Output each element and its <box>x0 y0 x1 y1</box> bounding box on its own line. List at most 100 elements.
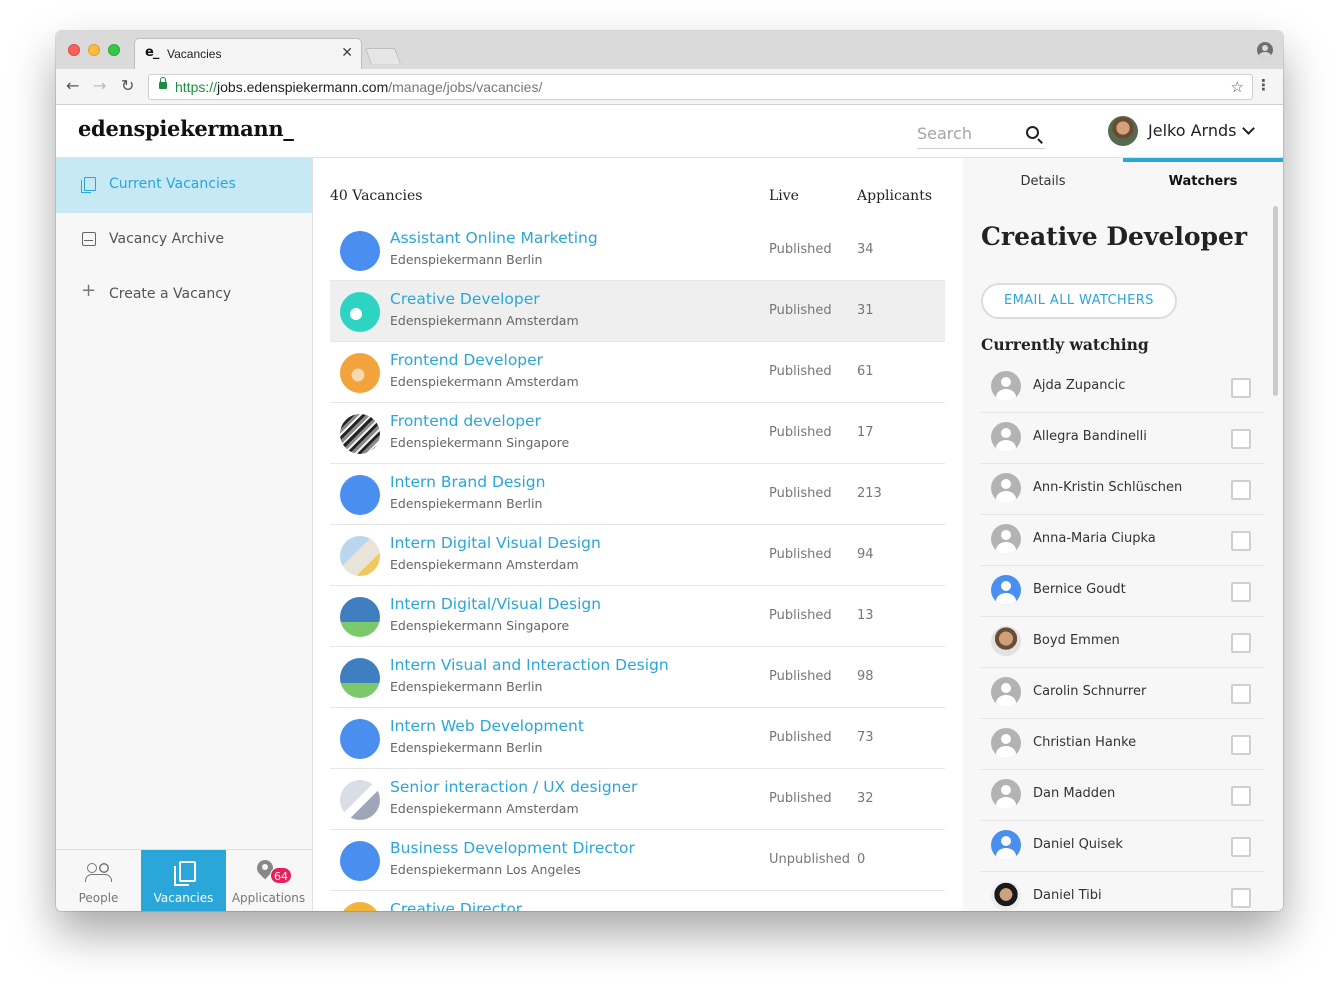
vacancy-title[interactable]: Senior interaction / UX designer <box>390 778 637 796</box>
vacancy-status: Published <box>769 364 832 379</box>
vacancy-title[interactable]: Intern Digital/Visual Design <box>390 595 601 613</box>
new-tab-button[interactable] <box>365 48 401 64</box>
user-name: Jelko Arnds <box>1148 121 1237 140</box>
vacancy-title[interactable]: Creative Director <box>390 900 522 911</box>
watcher-checkbox[interactable] <box>1231 633 1251 653</box>
column-header-live[interactable]: Live <box>769 188 799 204</box>
nav-vacancies[interactable]: Vacancies <box>141 850 226 911</box>
applicant-count: 61 <box>857 364 874 379</box>
watcher-checkbox[interactable] <box>1231 888 1251 908</box>
vacancy-status: Published <box>769 608 832 623</box>
column-header-applicants[interactable]: Applicants <box>857 188 932 204</box>
vacancy-title[interactable]: Intern Visual and Interaction Design <box>390 656 669 674</box>
reload-icon[interactable]: ↻ <box>121 76 134 95</box>
nav-people[interactable]: People <box>56 850 141 911</box>
applications-count-badge: 64 <box>270 867 292 884</box>
vacancy-office: Edenspiekermann Berlin <box>390 496 543 511</box>
vacancy-thumbnail <box>340 536 380 576</box>
vacancy-title[interactable]: Frontend developer <box>390 412 541 430</box>
watcher-name: Anna-Maria Ciupka <box>1033 531 1156 546</box>
vacancy-row[interactable]: Intern Digital/Visual Design Edenspieker… <box>330 586 945 647</box>
email-all-watchers-button[interactable]: EMAIL ALL WATCHERS <box>981 283 1177 319</box>
vacancy-title[interactable]: Frontend Developer <box>390 351 543 369</box>
tab-details[interactable]: Details <box>963 158 1123 190</box>
forward-arrow-icon[interactable]: → <box>93 76 106 95</box>
logo[interactable]: edenspiekermann_ <box>78 116 294 141</box>
watcher-checkbox[interactable] <box>1231 531 1251 551</box>
vacancy-row[interactable]: Senior interaction / UX designer Edenspi… <box>330 769 945 830</box>
watcher-checkbox[interactable] <box>1231 786 1251 806</box>
watcher-row: Allegra Bandinelli <box>981 413 1264 464</box>
vacancy-row[interactable]: Business Development Director Edenspieke… <box>330 830 945 891</box>
watcher-checkbox[interactable] <box>1231 378 1251 398</box>
watcher-checkbox[interactable] <box>1231 582 1251 602</box>
watcher-name: Boyd Emmen <box>1033 633 1120 648</box>
watcher-name: Christian Hanke <box>1033 735 1137 750</box>
vacancy-thumbnail <box>340 292 380 332</box>
vacancy-row[interactable]: Frontend Developer Edenspiekermann Amste… <box>330 342 945 403</box>
copy-icon <box>81 177 96 193</box>
watcher-checkbox[interactable] <box>1231 684 1251 704</box>
vacancy-row[interactable]: Intern Digital Visual Design Edenspieker… <box>330 525 945 586</box>
browser-menu-icon[interactable]: ⋮ <box>1256 76 1271 94</box>
search-icon[interactable] <box>1026 126 1039 139</box>
vacancies-icon <box>174 861 196 886</box>
watcher-checkbox[interactable] <box>1231 480 1251 500</box>
avatar <box>991 371 1021 401</box>
sidebar-item-vacancy-archive[interactable]: Vacancy Archive <box>56 213 312 268</box>
vacancy-office: Edenspiekermann Los Angeles <box>390 862 581 877</box>
vacancy-row[interactable]: Creative Developer Edenspiekermann Amste… <box>330 281 945 342</box>
vacancy-status: Published <box>769 425 832 440</box>
vacancy-row[interactable]: Creative Director <box>330 891 945 911</box>
vacancy-row[interactable]: Intern Web Development Edenspiekermann B… <box>330 708 945 769</box>
bookmark-star-icon[interactable]: ☆ <box>1231 78 1244 96</box>
sidebar-item-label: Vacancy Archive <box>109 231 225 247</box>
vacancy-row[interactable]: Intern Brand Design Edenspiekermann Berl… <box>330 464 945 525</box>
vacancy-status: Published <box>769 303 832 318</box>
sidebar-item-create-vacancy[interactable]: + Create a Vacancy <box>56 268 312 323</box>
applicant-count: 73 <box>857 730 874 745</box>
vacancy-office: Edenspiekermann Singapore <box>390 618 570 633</box>
vacancy-status: Published <box>769 791 832 806</box>
watcher-checkbox[interactable] <box>1231 735 1251 755</box>
tab-title: Vacancies <box>167 47 222 61</box>
watcher-checkbox[interactable] <box>1231 429 1251 449</box>
url-text[interactable]: https://jobs.edenspiekermann.com/manage/… <box>175 79 542 95</box>
vacancy-title[interactable]: Business Development Director <box>390 839 635 857</box>
back-arrow-icon[interactable]: ← <box>66 76 79 95</box>
sidebar-item-current-vacancies[interactable]: Current Vacancies <box>56 158 312 213</box>
applicant-count: 31 <box>857 303 874 318</box>
archive-icon <box>82 232 96 246</box>
watcher-row: Daniel Tibi <box>981 872 1264 911</box>
vacancy-title[interactable]: Intern Brand Design <box>390 473 545 491</box>
minimize-window-button[interactable] <box>88 44 100 56</box>
watcher-name: Carolin Schnurrer <box>1033 684 1147 699</box>
vacancy-thumbnail <box>340 658 380 698</box>
vacancy-thumbnail <box>340 475 380 515</box>
watcher-name: Bernice Goudt <box>1033 582 1126 597</box>
watcher-checkbox[interactable] <box>1231 837 1251 857</box>
address-bar[interactable]: https://jobs.edenspiekermann.com/manage/… <box>148 74 1253 100</box>
nav-applications[interactable]: 64 Applications <box>226 850 311 911</box>
browser-tab[interactable]: e_ Vacancies ✕ <box>134 38 362 69</box>
vacancy-title[interactable]: Assistant Online Marketing <box>390 229 598 247</box>
avatar <box>991 626 1021 656</box>
vacancy-title[interactable]: Creative Developer <box>390 290 540 308</box>
vacancy-row[interactable]: Assistant Online Marketing Edenspiekerma… <box>330 220 945 281</box>
browser-profile-icon[interactable] <box>1257 42 1273 58</box>
vacancy-row[interactable]: Frontend developer Edenspiekermann Singa… <box>330 403 945 464</box>
vacancy-row[interactable]: Intern Visual and Interaction Design Ede… <box>330 647 945 708</box>
search-input[interactable] <box>917 121 1013 145</box>
tab-close-icon[interactable]: ✕ <box>341 45 353 61</box>
applicant-count: 34 <box>857 242 874 257</box>
maximize-window-button[interactable] <box>108 44 120 56</box>
close-window-button[interactable] <box>68 44 80 56</box>
user-menu[interactable]: Jelko Arnds <box>1108 115 1268 149</box>
vacancy-thumbnail <box>340 719 380 759</box>
vacancy-status: Unpublished <box>769 852 850 867</box>
panel-scrollbar[interactable] <box>1273 206 1278 396</box>
app-header: edenspiekermann_ Jelko Arnds <box>56 106 1283 158</box>
vacancy-title[interactable]: Intern Web Development <box>390 717 584 735</box>
tab-watchers[interactable]: Watchers <box>1123 158 1283 190</box>
vacancy-title[interactable]: Intern Digital Visual Design <box>390 534 601 552</box>
